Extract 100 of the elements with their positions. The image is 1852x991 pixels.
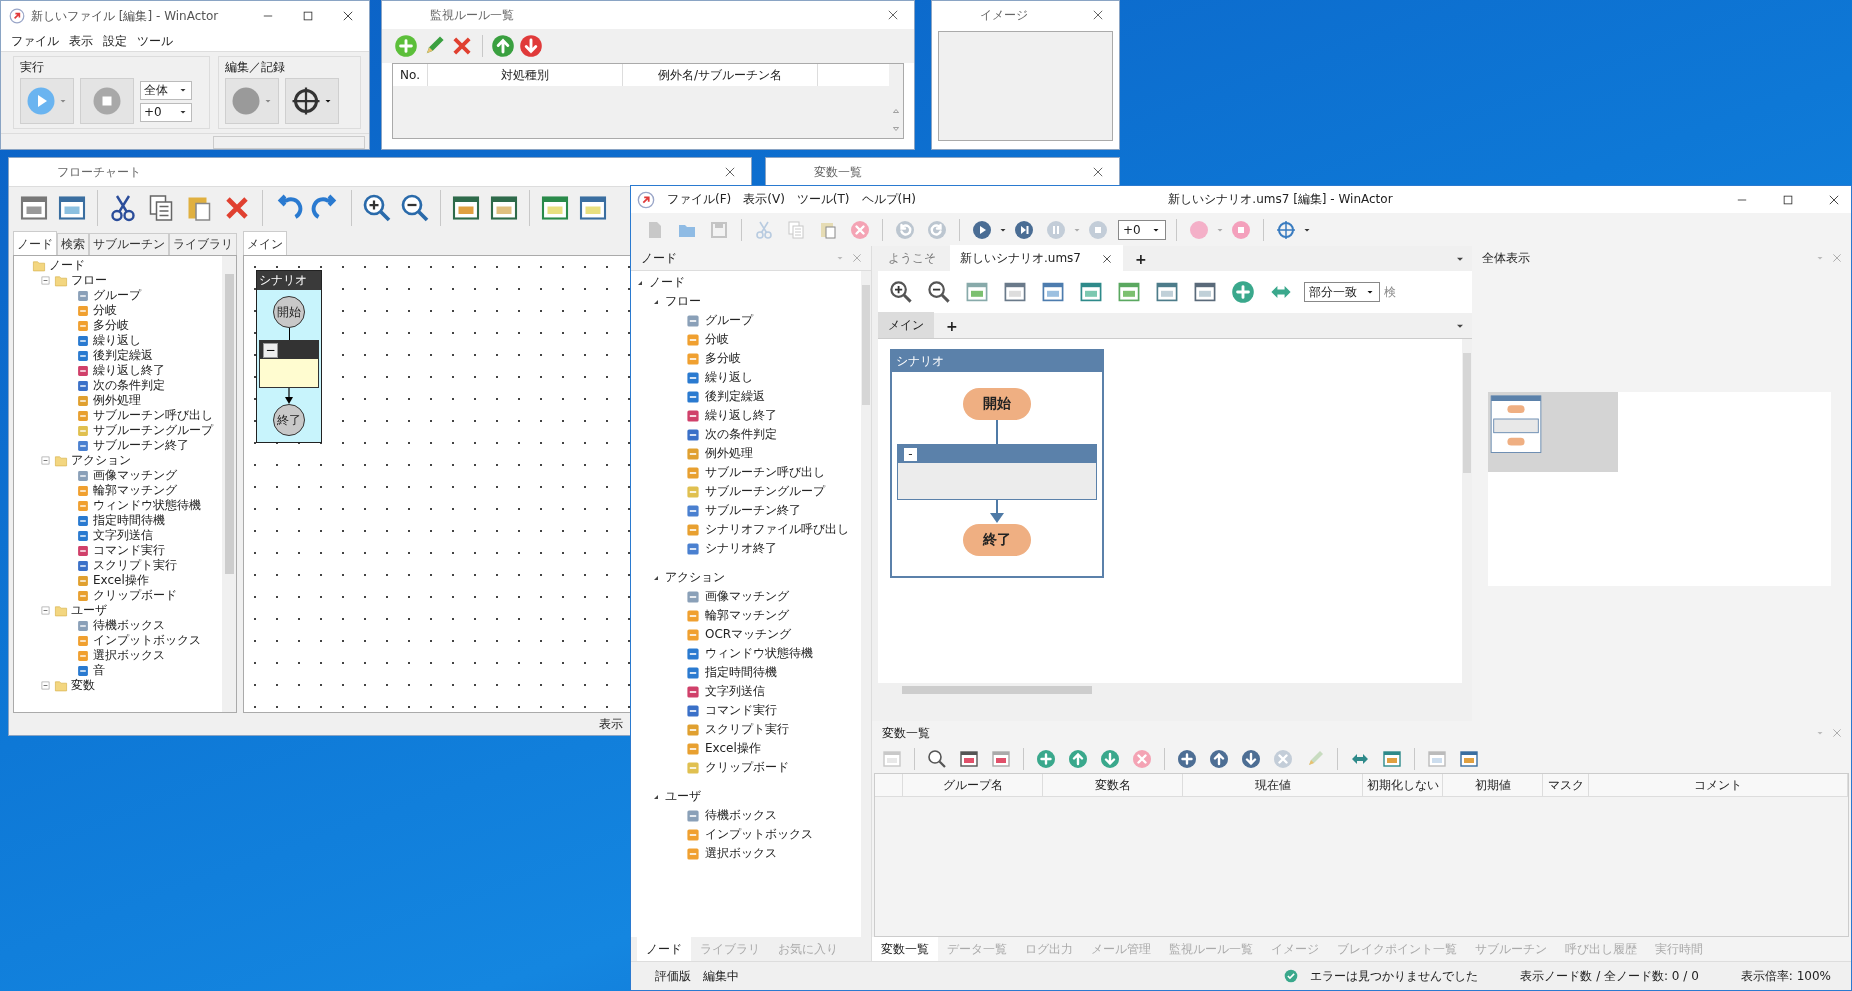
end-node[interactable]: 終了 [963, 524, 1031, 556]
tree-item[interactable]: 選択ボックス [705, 845, 777, 862]
close-icon[interactable] [341, 9, 355, 23]
menu-item[interactable]: 表示 [69, 32, 93, 50]
step-icon[interactable] [1014, 219, 1034, 240]
scrollbar[interactable] [222, 256, 236, 712]
tree-item[interactable]: 変数 [71, 677, 95, 694]
undo-icon[interactable] [895, 219, 915, 240]
tab[interactable]: ようこそ [878, 245, 946, 272]
tree-item[interactable]: 輪郭マッチング [705, 607, 789, 624]
move-up-icon[interactable] [491, 34, 515, 58]
tree-item[interactable]: スクリプト実行 [93, 557, 177, 574]
scroll-thumb[interactable] [862, 285, 870, 405]
add-icon[interactable] [1177, 749, 1197, 769]
tree-item[interactable]: フロー [665, 293, 701, 310]
stop-icon[interactable] [1230, 219, 1251, 240]
tree-item[interactable]: クリップボード [93, 587, 177, 604]
scroll-thumb[interactable] [1463, 353, 1471, 473]
close-icon[interactable] [886, 8, 900, 22]
scrollbar[interactable] [861, 271, 871, 937]
tab[interactable]: ライブラリ [169, 233, 237, 255]
scroll-up-icon[interactable] [891, 106, 901, 116]
tree-item[interactable]: グループ [705, 312, 753, 329]
tree-item[interactable]: 画像マッチング [705, 588, 789, 605]
start-node[interactable]: 開始 [963, 388, 1031, 420]
move-down-icon[interactable] [1241, 749, 1261, 769]
expand-toggle-icon[interactable] [40, 455, 51, 466]
tree-item[interactable]: 繰り返し終了 [705, 407, 777, 424]
tree-item[interactable]: 例外処理 [93, 392, 141, 409]
tab[interactable]: サブルーチン [89, 233, 169, 255]
offset-dropdown[interactable]: +0 [1118, 219, 1166, 240]
add-icon[interactable] [1036, 749, 1056, 769]
tree-item[interactable]: シナリオファイル呼び出し [705, 521, 849, 538]
menu-item[interactable]: ファイル [11, 32, 59, 50]
tree-item[interactable]: 繰り返し [705, 369, 753, 386]
tree-item[interactable]: インプットボックス [705, 826, 813, 843]
group-node[interactable]: - [897, 444, 1097, 500]
tree-item[interactable]: 多分岐 [705, 350, 741, 367]
move-down-icon[interactable] [519, 34, 543, 58]
tree-item[interactable]: サブルーチン呼び出し [705, 464, 825, 481]
tree-item[interactable]: OCRマッチング [705, 626, 792, 643]
move-up-icon[interactable] [1068, 749, 1088, 769]
tree-item[interactable]: グループ [93, 287, 141, 304]
cut-icon[interactable] [108, 193, 138, 223]
collapse-button[interactable]: - [904, 447, 917, 461]
match-mode-dropdown[interactable]: 部分一致 [1304, 282, 1380, 302]
tree-item[interactable]: 選択ボックス [93, 647, 165, 664]
zoom-in-icon[interactable] [362, 193, 392, 223]
tree-item[interactable]: サブルーチン終了 [93, 437, 189, 454]
menu-item[interactable]: 設定 [103, 32, 127, 50]
expand-toggle-icon[interactable] [40, 680, 51, 691]
stop-button[interactable] [80, 78, 134, 124]
scope-dropdown[interactable]: 全体 [140, 80, 192, 100]
tree-item[interactable]: フロー [71, 272, 107, 289]
tree-item[interactable]: 分岐 [705, 331, 729, 348]
add-tab-button[interactable]: + [1127, 250, 1155, 267]
stop-icon[interactable] [1088, 219, 1108, 240]
tab[interactable]: メイン [878, 312, 934, 339]
tree-item[interactable]: 後判定繰返 [705, 388, 765, 405]
close-icon[interactable] [1091, 8, 1105, 22]
offset-dropdown[interactable]: +0 [140, 102, 192, 122]
tree-item[interactable]: 待機ボックス [93, 617, 165, 634]
tree-item[interactable]: 次の条件判定 [93, 377, 165, 394]
tree-item[interactable]: 分岐 [93, 302, 117, 319]
tab[interactable]: 新しいシナリオ.ums7 [950, 245, 1123, 272]
zoom-out-icon[interactable] [400, 193, 430, 223]
redo-icon[interactable] [927, 219, 947, 240]
tree-item[interactable]: アクション [71, 452, 131, 469]
tree-item[interactable]: クリップボード [705, 759, 789, 776]
tree-item[interactable]: 音 [93, 662, 105, 679]
tree-item[interactable]: 多分岐 [93, 317, 129, 334]
tree-item[interactable]: ユーザ [665, 788, 701, 805]
tree-item[interactable]: インプットボックス [93, 632, 201, 649]
tab[interactable]: 変数一覧 [872, 936, 938, 962]
tree-item[interactable]: 後判定繰返 [93, 347, 153, 364]
play-icon[interactable] [972, 219, 992, 240]
add-tab-button[interactable]: + [938, 317, 966, 334]
scroll-thumb[interactable] [224, 274, 234, 574]
tree-item[interactable]: スクリプト実行 [705, 721, 789, 738]
tab[interactable]: メイン [243, 231, 287, 255]
tree-item[interactable]: 指定時間待機 [93, 512, 165, 529]
pause-icon[interactable] [1046, 219, 1066, 240]
tree-item[interactable]: 繰り返し終了 [93, 362, 165, 379]
start-node[interactable]: 開始 [273, 296, 305, 328]
tab[interactable]: ノード [13, 231, 57, 255]
tree-item[interactable]: 例外処理 [705, 445, 753, 462]
record-button[interactable] [224, 78, 279, 124]
delete-icon[interactable] [1273, 749, 1293, 769]
tree-item[interactable]: サブルーチングループ [93, 422, 213, 439]
close-icon[interactable] [1091, 165, 1105, 179]
zoom-in-icon[interactable] [889, 280, 913, 304]
tree-item[interactable]: シナリオ終了 [705, 540, 777, 557]
tree-item[interactable]: サブルーチン終了 [705, 502, 801, 519]
move-down-icon[interactable] [1100, 749, 1120, 769]
tree-item[interactable]: Excel操作 [93, 572, 149, 589]
search-icon[interactable] [927, 749, 947, 769]
end-node[interactable]: 終了 [273, 404, 305, 436]
collapse-button[interactable]: − [263, 342, 278, 358]
tree-item[interactable]: 指定時間待機 [705, 664, 777, 681]
record-icon[interactable] [1188, 219, 1209, 240]
